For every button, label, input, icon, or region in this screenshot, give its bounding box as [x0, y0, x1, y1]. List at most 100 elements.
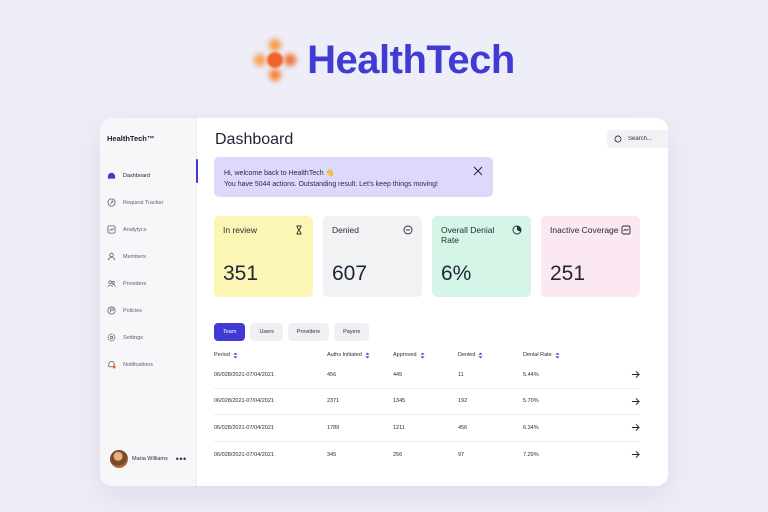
arrow-right-icon[interactable]: [631, 450, 640, 459]
cell-auths-initiated: 345: [327, 451, 337, 458]
cell-auths-initiated: 456: [327, 371, 337, 378]
sort-icon: [478, 352, 484, 358]
search-bar[interactable]: [607, 130, 668, 148]
arrow-right-icon[interactable]: [631, 423, 640, 432]
sort-icon: [233, 352, 238, 358]
settings-icon: [107, 333, 116, 342]
line-chart-icon: [621, 225, 631, 235]
welcome-message: Hi, welcome back to HealthTech 👋: [224, 170, 335, 177]
column-header-label: Denial Rate: [523, 352, 552, 358]
sidebar-item-policies[interactable]: Policies: [107, 297, 197, 324]
cell-approved: 1211: [393, 424, 405, 431]
sort-icon: [365, 352, 370, 358]
table-row[interactable]: 06/028/2021-07/04/2021 345 256 97 7.29%: [214, 442, 640, 469]
sidebar-item-analytics[interactable]: Analytycs: [107, 216, 197, 243]
cell-period: 06/028/2021-07/04/2021: [214, 451, 274, 458]
sidebar-item-label: Request Tracker: [123, 199, 164, 206]
stat-card-overall-denial-rate[interactable]: Overall Denial Rate 6%: [432, 216, 531, 297]
app-window: HealthTech™ Dashboard Request Tracker An…: [100, 118, 668, 486]
sidebar-item-label: Providers: [123, 280, 147, 287]
search-input[interactable]: [628, 136, 668, 142]
page-title: Dashboard: [215, 131, 294, 148]
user-name: Maria Williams: [132, 456, 168, 462]
cell-denied: 192: [458, 398, 468, 405]
sidebar-item-label: Notifications: [123, 361, 153, 368]
cell-denial-rate: 5.70%: [523, 398, 539, 405]
stat-card-value: 351: [223, 262, 259, 285]
sidebar-item-members[interactable]: Members: [107, 243, 197, 270]
tab-payers[interactable]: Payers: [334, 323, 370, 341]
sidebar-nav: Dashboard Request Tracker Analytycs Memb…: [107, 159, 198, 378]
members-icon: [107, 252, 116, 261]
table-row[interactable]: 06/028/2021-07/04/2021 2371 1345 192 5.7…: [214, 389, 640, 415]
healthtech-logo-icon: [253, 38, 297, 82]
cell-denial-rate: 5.44%: [523, 371, 539, 378]
table-row[interactable]: 06/028/2021-07/04/2021 456 445 11 5.44%: [214, 362, 640, 389]
tab-users[interactable]: Users: [250, 323, 283, 341]
sidebar-item-settings[interactable]: Settings: [107, 324, 197, 351]
cell-denied: 456: [458, 424, 468, 431]
minus-circle-icon: [403, 225, 413, 235]
stat-card-label: In review: [223, 225, 258, 235]
tab-team[interactable]: Team: [214, 323, 246, 341]
tab-providers[interactable]: Providers: [287, 323, 330, 341]
cell-period: 06/028/2021-07/04/2021: [214, 371, 274, 378]
close-icon[interactable]: [473, 166, 483, 176]
arrow-right-icon[interactable]: [631, 370, 640, 379]
search-icon: [614, 135, 622, 143]
stat-card-value: 6%: [441, 262, 472, 285]
sidebar: HealthTech™ Dashboard Request Tracker An…: [100, 118, 198, 486]
sidebar-item-label: Policies: [123, 307, 142, 314]
user-profile[interactable]: Maria Williams •••: [110, 450, 187, 468]
stat-cards: In review 351 Denied 607 Overall Denial …: [214, 216, 640, 297]
table-header: Period Auths Initiated Approved Denied D…: [214, 348, 640, 362]
pie-chart-icon: [512, 225, 522, 235]
stat-card-in-review[interactable]: In review 351: [214, 216, 313, 297]
column-header-period[interactable]: Period: [214, 352, 327, 359]
brand-name: HealthTech: [307, 37, 515, 82]
cell-period: 06/028/2021-07/04/2021: [214, 424, 274, 431]
sidebar-item-label: Members: [123, 253, 146, 260]
policies-icon: [107, 306, 116, 315]
sidebar-item-notifications[interactable]: Notifications: [107, 351, 197, 378]
analytics-icon: [107, 225, 116, 234]
column-header-auths-initiated[interactable]: Auths Initiated: [327, 352, 393, 359]
stat-card-value: 251: [550, 262, 586, 285]
stat-card-label: Denied: [332, 225, 359, 235]
dashboard-icon: [107, 171, 116, 180]
data-table: Period Auths Initiated Approved Denied D…: [214, 348, 640, 468]
stat-card-denied[interactable]: Denied 607: [323, 216, 422, 297]
cell-approved: 256: [393, 451, 403, 458]
cell-approved: 445: [393, 371, 403, 378]
tracker-icon: [107, 198, 116, 207]
sidebar-item-dashboard[interactable]: Dashboard: [107, 159, 198, 189]
brand-header: HealthTech: [0, 36, 768, 84]
column-header-denied[interactable]: Denied: [458, 352, 523, 359]
sort-icon: [419, 352, 425, 358]
stat-card-label: Overall Denial Rate: [441, 225, 495, 245]
column-header-label: Approved: [393, 352, 417, 358]
cell-auths-initiated: 1789: [327, 424, 340, 431]
sidebar-item-label: Settings: [123, 334, 143, 341]
table-row[interactable]: 06/028/2021-07/04/2021 1789 1211 456 6.3…: [214, 415, 640, 442]
column-header-approved[interactable]: Approved: [393, 352, 458, 359]
avatar: [110, 450, 128, 468]
sidebar-item-label: Analytycs: [123, 226, 147, 233]
more-options-icon[interactable]: •••: [176, 454, 187, 464]
cell-denial-rate: 7.29%: [523, 451, 539, 458]
table-tabs: Team Users Providers Payers: [214, 323, 370, 341]
main-content: Dashboard Hi, welcome back to HealthTech…: [197, 118, 668, 486]
cell-approved: 1345: [393, 398, 406, 405]
stat-card-inactive-coverage[interactable]: Inactive Coverage 251: [541, 216, 640, 297]
notifications-icon: [107, 360, 116, 369]
arrow-right-icon[interactable]: [631, 397, 640, 406]
cell-denial-rate: 6.34%: [523, 424, 539, 431]
hourglass-icon: [296, 225, 302, 235]
column-header-label: Auths Initiated: [327, 352, 362, 358]
sort-icon: [555, 352, 560, 358]
sidebar-item-providers[interactable]: Providers: [107, 270, 197, 297]
column-header-label: Denied: [458, 352, 476, 358]
stat-card-value: 607: [332, 262, 368, 285]
column-header-denial-rate[interactable]: Denial Rate: [523, 352, 618, 359]
sidebar-item-request-tracker[interactable]: Request Tracker: [107, 189, 197, 216]
